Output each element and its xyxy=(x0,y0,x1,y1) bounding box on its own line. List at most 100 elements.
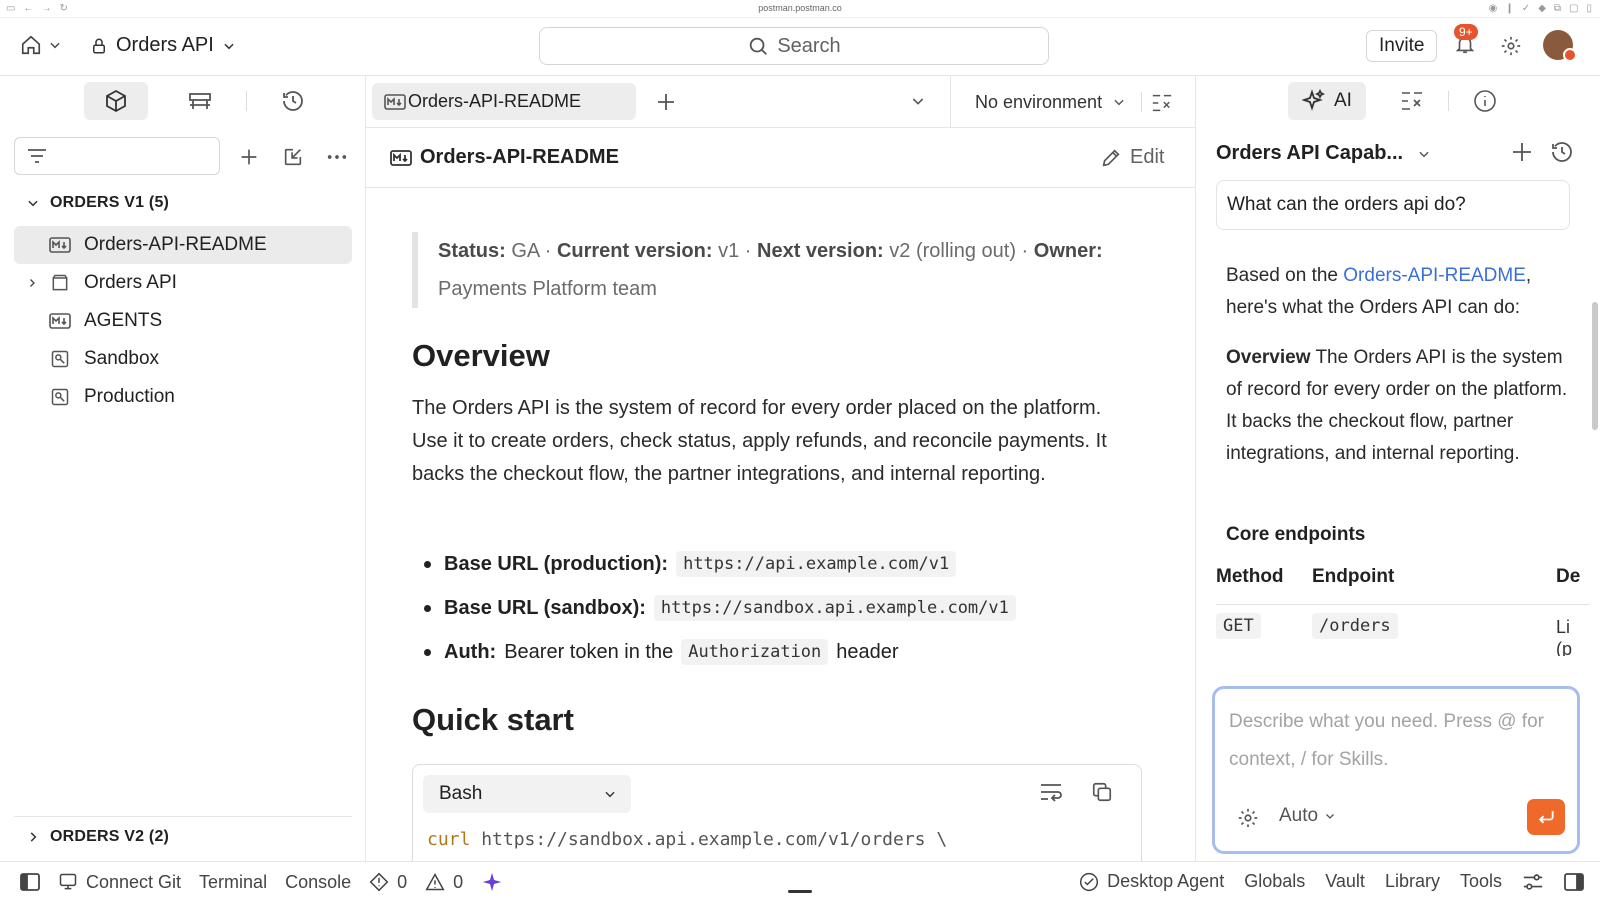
composer-input[interactable]: Describe what you need. Press @ for cont… xyxy=(1229,703,1569,779)
tab-info[interactable] xyxy=(1459,82,1511,120)
tab-environments[interactable] xyxy=(168,82,232,120)
environment-icon xyxy=(44,349,76,369)
error-count[interactable]: 0 xyxy=(369,872,407,893)
next-version-value: v2 (rolling out) xyxy=(889,240,1016,262)
lock-icon xyxy=(90,36,108,56)
collection-header-v2[interactable]: ORDERS V2 (2) xyxy=(26,828,169,846)
scrollbar[interactable] xyxy=(1592,302,1598,430)
browser-url[interactable]: postman.postman.co xyxy=(0,3,1600,13)
document-header: Orders-API-README Edit xyxy=(366,128,1196,188)
divider xyxy=(1216,604,1590,605)
send-button[interactable] xyxy=(1527,799,1565,835)
vault-button[interactable]: Vault xyxy=(1325,871,1365,892)
info-icon xyxy=(1473,89,1497,113)
toggle-right-panel-icon[interactable] xyxy=(1564,872,1584,891)
overview-paragraph: The Orders API is the system of record f… xyxy=(412,397,1107,485)
environment-label: No environment xyxy=(975,91,1103,112)
avatar[interactable] xyxy=(1543,30,1577,62)
sliders-icon[interactable] xyxy=(1522,872,1544,892)
language-label: Bash xyxy=(439,783,483,804)
answer-overview-label: Overview xyxy=(1226,347,1311,368)
ai-answer: Based on the Orders-API-README, here's w… xyxy=(1226,260,1572,488)
variables-icon[interactable] xyxy=(1151,92,1173,114)
sidebar-filter-input[interactable] xyxy=(14,137,220,175)
bullet-label: Base URL (production): xyxy=(444,552,669,575)
history-icon[interactable] xyxy=(1550,140,1574,164)
code-line: curl https://sandbox.api.example.com/v1/… xyxy=(427,829,947,850)
code-keyword: curl xyxy=(427,829,471,850)
extension-icon[interactable]: ◉ xyxy=(1489,3,1498,14)
chevron-right-icon xyxy=(26,830,40,844)
tab-outline[interactable] xyxy=(1386,82,1438,120)
console-button[interactable]: Console xyxy=(285,872,351,893)
invite-button[interactable]: Invite xyxy=(1366,30,1438,62)
chevron-down-icon xyxy=(26,196,40,210)
library-button[interactable]: Library xyxy=(1385,871,1440,892)
gear-icon[interactable] xyxy=(1237,807,1259,829)
globals-button[interactable]: Globals xyxy=(1244,871,1305,892)
tools-button[interactable]: Tools xyxy=(1460,871,1502,892)
resize-handle[interactable] xyxy=(788,890,812,893)
chevron-right-icon[interactable] xyxy=(14,276,44,290)
sidebar-item-agents[interactable]: AGENTS xyxy=(14,302,352,340)
desktop-agent-status[interactable]: Desktop Agent xyxy=(1079,871,1224,892)
extension-icon[interactable]: ◆ xyxy=(1538,3,1546,14)
tab-orders-api-readme[interactable]: Orders-API-README xyxy=(372,83,636,120)
cube-icon xyxy=(104,89,128,113)
chevron-down-icon[interactable] xyxy=(910,93,926,109)
list-variables-icon xyxy=(1400,89,1424,113)
gear-icon[interactable] xyxy=(1500,35,1522,57)
copy-icon[interactable] xyxy=(1091,781,1113,803)
divider xyxy=(1447,91,1449,111)
conversation-actions xyxy=(1510,140,1574,164)
tab-collections[interactable] xyxy=(84,82,148,120)
chevron-down-icon xyxy=(1112,95,1126,109)
workspace-name: Orders API xyxy=(116,34,214,56)
ai-sparkle-icon[interactable] xyxy=(481,871,503,893)
markdown-icon xyxy=(44,313,76,329)
more-icon[interactable] xyxy=(326,146,348,168)
new-tab-icon[interactable] xyxy=(654,90,678,114)
tab-ai[interactable]: AI xyxy=(1288,82,1366,120)
workspace-switcher[interactable]: Orders API xyxy=(90,34,236,57)
edit-button[interactable]: Edit xyxy=(1100,146,1164,169)
sidebar-item-production[interactable]: Production xyxy=(14,378,352,416)
tab-label: AI xyxy=(1334,90,1352,111)
global-search[interactable]: Search xyxy=(539,27,1049,65)
sidebar-item-sandbox[interactable]: Sandbox xyxy=(14,340,352,378)
terminal-button[interactable]: Terminal xyxy=(199,872,267,893)
extension-icon[interactable]: ⧉ xyxy=(1554,3,1561,14)
new-chat-icon[interactable] xyxy=(1510,140,1534,164)
table-header-description: De xyxy=(1556,566,1581,587)
readme-link[interactable]: Orders-API-README xyxy=(1343,265,1526,286)
connect-git-button[interactable]: Connect Git xyxy=(58,872,181,893)
model-mode-select[interactable]: Auto xyxy=(1279,805,1336,827)
extension-icon[interactable]: ❙ xyxy=(1505,3,1513,14)
code-text: https://sandbox.api.example.com/v1/order… xyxy=(481,829,948,850)
list-item: Base URL (production): https://api.examp… xyxy=(412,542,1142,586)
wrap-lines-icon[interactable] xyxy=(1039,781,1063,803)
ai-composer[interactable]: Describe what you need. Press @ for cont… xyxy=(1212,686,1580,854)
home-menu[interactable] xyxy=(20,34,62,56)
collection-header-v1[interactable]: ORDERS V1 (5) xyxy=(26,194,169,212)
add-icon[interactable] xyxy=(238,146,260,168)
sidebar-item-label: Orders API xyxy=(84,272,177,293)
extension-icon[interactable]: ▯ xyxy=(1586,3,1592,14)
import-icon[interactable] xyxy=(282,146,304,168)
extension-icon[interactable]: ✓ xyxy=(1522,3,1530,14)
answer-overview: Overview The Orders API is the system of… xyxy=(1226,342,1572,470)
conversation-title[interactable]: Orders API Capab... xyxy=(1216,142,1431,165)
markdown-icon xyxy=(390,149,412,166)
desktop-agent-label: Desktop Agent xyxy=(1107,871,1225,891)
send-icon xyxy=(1536,807,1556,827)
warning-count[interactable]: 0 xyxy=(425,872,463,893)
tab-history[interactable] xyxy=(261,82,325,120)
language-select[interactable]: Bash xyxy=(423,775,631,813)
sidebar-item-orders-api-readme[interactable]: Orders-API-README xyxy=(14,226,352,264)
inline-code: https://sandbox.api.example.com/v1 xyxy=(653,595,1016,621)
toggle-sidebar-icon[interactable] xyxy=(20,873,40,891)
ai-panel: AI Orders API Capab... What can the orde… xyxy=(1196,76,1600,861)
sidebar-item-orders-api[interactable]: Orders API xyxy=(14,264,352,302)
environment-selector[interactable]: No environment xyxy=(950,76,1196,128)
extension-icon[interactable]: ▢ xyxy=(1569,3,1578,14)
